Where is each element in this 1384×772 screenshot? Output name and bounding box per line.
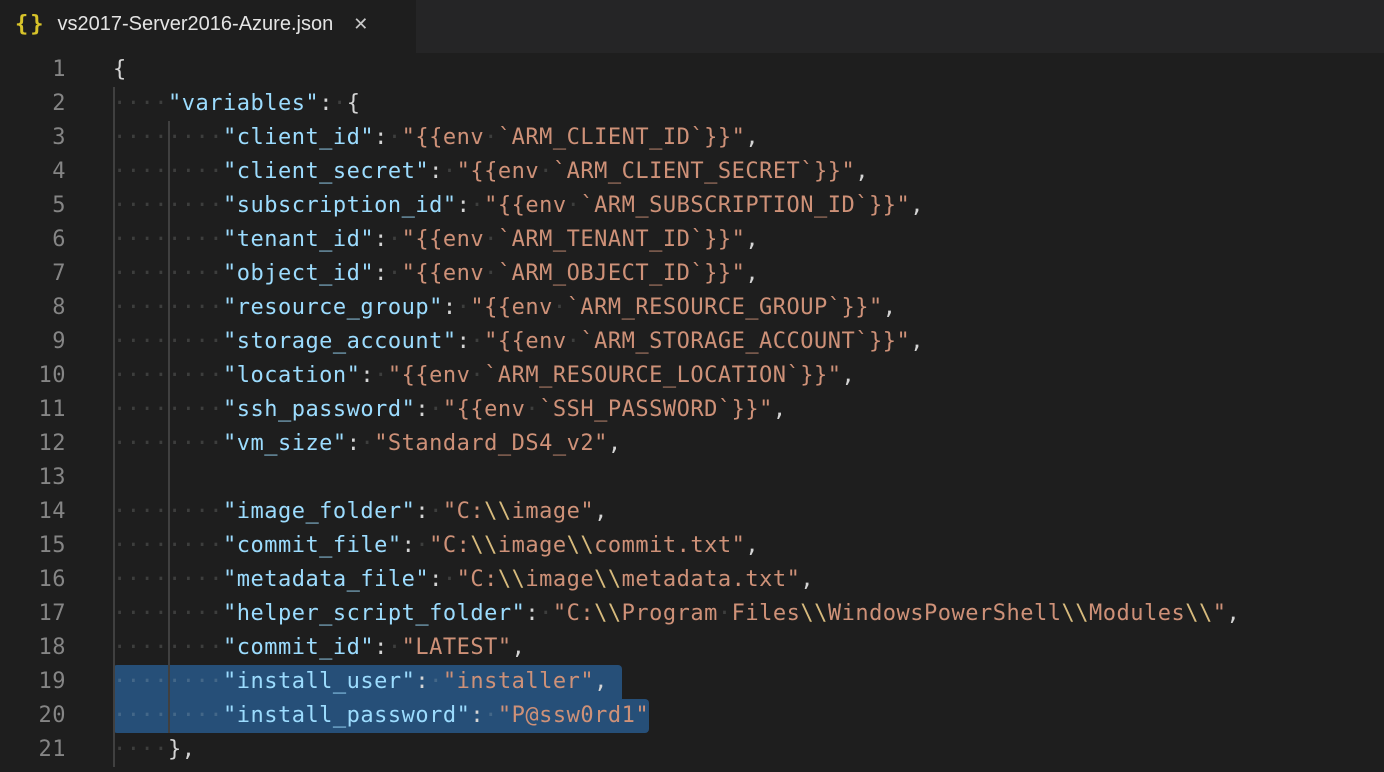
line-number: 14: [0, 495, 66, 529]
code-line[interactable]: 17 ········"helper_script_folder":·"C:\\P…: [0, 597, 1384, 631]
line-number: 13: [0, 461, 66, 495]
code-line[interactable]: 2 ····"variables":·{: [0, 87, 1384, 121]
code-text: ········"image_folder":·"C:\\image",: [113, 495, 608, 529]
line-number: 11: [0, 393, 66, 427]
code-text: ········"metadata_file":·"C:\\image\\met…: [113, 563, 814, 597]
line-number: 18: [0, 631, 66, 665]
tab-title: vs2017-Server2016-Azure.json: [58, 13, 334, 36]
code-editor[interactable]: 1{2····"variables":·{3········"client_id…: [0, 53, 1384, 772]
code-text: ····"variables":·{: [113, 87, 360, 121]
code-text: ········"install_user":·"installer",: [113, 665, 608, 699]
line-number: 5: [0, 189, 66, 223]
code-text: ········"helper_script_folder":·"C:\\Pro…: [113, 597, 1240, 631]
code-text: ········"commit_file":·"C:\\image\\commi…: [113, 529, 759, 563]
tab-close-icon[interactable]: ✕: [353, 14, 368, 35]
line-number: 8: [0, 291, 66, 325]
line-number: 6: [0, 223, 66, 257]
line-number: 7: [0, 257, 66, 291]
code-text: ····},: [113, 733, 195, 767]
vscode-window: {} vs2017-Server2016-Azure.json ✕ 1{2···…: [0, 0, 1384, 772]
code-text: ········"storage_account":·"{{env·`ARM_S…: [113, 325, 924, 359]
code-text: ········"vm_size":·"Standard_DS4_v2",: [113, 427, 622, 461]
code-text: {: [113, 53, 127, 87]
line-number: 12: [0, 427, 66, 461]
code-line[interactable]: 7 ········"object_id":·"{{env·`ARM_OBJECT…: [0, 257, 1384, 291]
code-line[interactable]: 12 ········"vm_size":·"Standard_DS4_v2",: [0, 427, 1384, 461]
json-file-icon: {}: [15, 12, 46, 37]
line-number: 1: [0, 53, 66, 87]
line-number: 10: [0, 359, 66, 393]
code-line[interactable]: 5 ········"subscription_id":·"{{env·`ARM_…: [0, 189, 1384, 223]
line-number: 4: [0, 155, 66, 189]
code-text: ········"install_password":·"P@ssw0rd1": [113, 699, 649, 733]
code-line[interactable]: 16 ········"metadata_file":·"C:\\image\\m…: [0, 563, 1384, 597]
line-number: 3: [0, 121, 66, 155]
code-text: ········"location":·"{{env·`ARM_RESOURCE…: [113, 359, 855, 393]
code-line[interactable]: 8 ········"resource_group":·"{{env·`ARM_R…: [0, 291, 1384, 325]
code-line[interactable]: 6 ········"tenant_id":·"{{env·`ARM_TENANT…: [0, 223, 1384, 257]
code-line[interactable]: 10 ········"location":·"{{env·`ARM_RESOUR…: [0, 359, 1384, 393]
code-text: ········"subscription_id":·"{{env·`ARM_S…: [113, 189, 924, 223]
line-number: 19: [0, 665, 66, 699]
code-line[interactable]: 11 ········"ssh_password":·"{{env·`SSH_PA…: [0, 393, 1384, 427]
code-line[interactable]: 9 ········"storage_account":·"{{env·`ARM_…: [0, 325, 1384, 359]
code-text: ········"ssh_password":·"{{env·`SSH_PASS…: [113, 393, 787, 427]
tab-bar: {} vs2017-Server2016-Azure.json ✕: [0, 0, 1384, 53]
code-line[interactable]: 15 ········"commit_file":·"C:\\image\\com…: [0, 529, 1384, 563]
line-number: 20: [0, 699, 66, 733]
line-number: 17: [0, 597, 66, 631]
code-text: ········"client_secret":·"{{env·`ARM_CLI…: [113, 155, 869, 189]
code-line[interactable]: 14 ········"image_folder":·"C:\\image",: [0, 495, 1384, 529]
code-text: ········"resource_group":·"{{env·`ARM_RE…: [113, 291, 897, 325]
code-text: ········"commit_id":·"LATEST",: [113, 631, 525, 665]
line-number: 2: [0, 87, 66, 121]
tab-vs2017-server2016-azure[interactable]: {} vs2017-Server2016-Azure.json ✕: [0, 0, 416, 53]
code-line[interactable]: 18 ········"commit_id":·"LATEST",: [0, 631, 1384, 665]
code-line[interactable]: 20 ········"install_password":·"P@ssw0rd1…: [0, 699, 1384, 733]
code-line[interactable]: 13: [0, 461, 1384, 495]
code-line[interactable]: 4 ········"client_secret":·"{{env·`ARM_CL…: [0, 155, 1384, 189]
code-line[interactable]: 3 ········"client_id":·"{{env·`ARM_CLIENT…: [0, 121, 1384, 155]
line-number: 21: [0, 733, 66, 767]
code-text: ········"object_id":·"{{env·`ARM_OBJECT_…: [113, 257, 759, 291]
code-text: ········"client_id":·"{{env·`ARM_CLIENT_…: [113, 121, 759, 155]
code-line[interactable]: 19 ········"install_user":·"installer",: [0, 665, 1384, 699]
line-number: 9: [0, 325, 66, 359]
code-line[interactable]: 1{: [0, 53, 1384, 87]
code-lines: 1{2····"variables":·{3········"client_id…: [0, 53, 1384, 767]
line-number: 16: [0, 563, 66, 597]
code-line[interactable]: 21 ····},: [0, 733, 1384, 767]
code-text: ········"tenant_id":·"{{env·`ARM_TENANT_…: [113, 223, 759, 257]
line-number: 15: [0, 529, 66, 563]
